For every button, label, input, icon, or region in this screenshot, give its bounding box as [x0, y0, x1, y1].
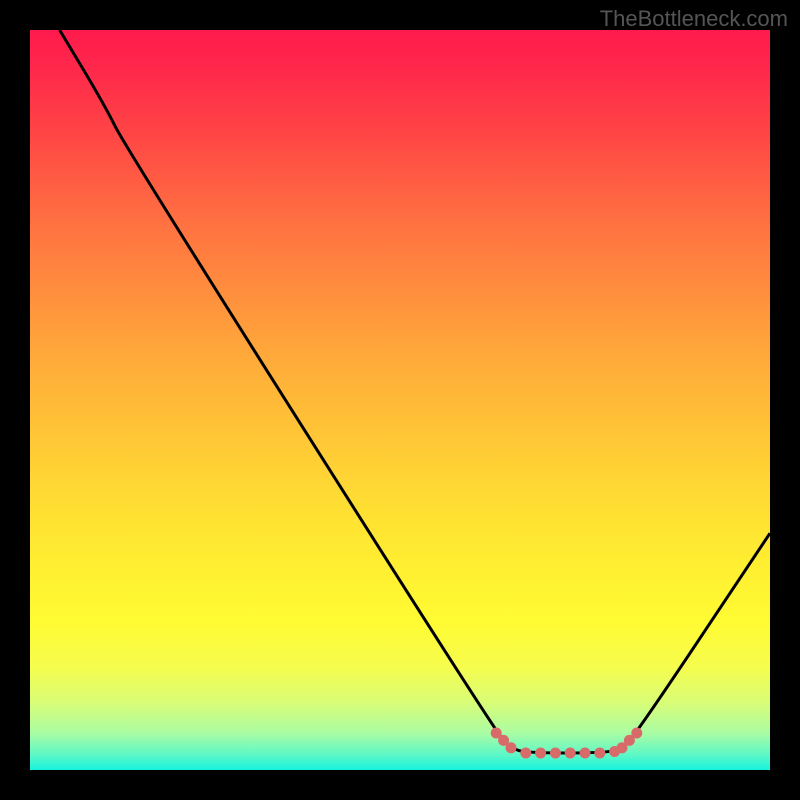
bottleneck-curve: [60, 30, 770, 753]
optimal-range-marker: [550, 747, 561, 758]
optimal-range-marker: [506, 742, 517, 753]
optimal-range-marker: [594, 747, 605, 758]
optimal-range-marker: [520, 747, 531, 758]
optimal-range-marker: [580, 747, 591, 758]
optimal-range-marker: [631, 728, 642, 739]
plot-area: [30, 30, 770, 770]
optimal-range-marker: [535, 747, 546, 758]
chart-svg: [30, 30, 770, 770]
watermark-text: TheBottleneck.com: [600, 6, 788, 32]
optimal-range-marker: [565, 747, 576, 758]
